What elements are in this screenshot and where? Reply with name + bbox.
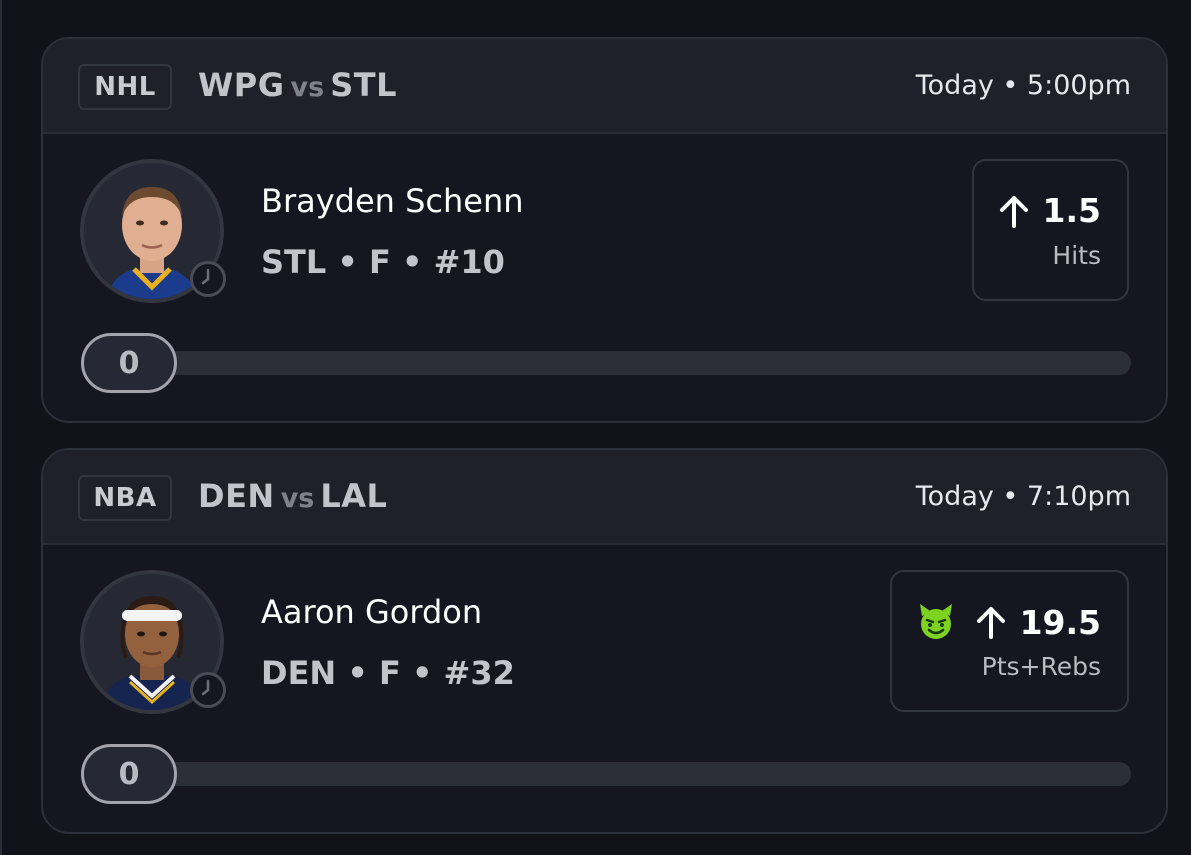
game-time: Today • 7:10pm	[915, 481, 1131, 512]
matchup: DEN vs LAL	[198, 477, 387, 515]
clock-icon	[190, 672, 226, 708]
home-team: DEN	[198, 477, 275, 515]
vs-label: vs	[290, 72, 325, 103]
game-header: NBA DEN vs LAL Today • 7:10pm	[43, 450, 1166, 545]
clock-icon	[190, 261, 226, 297]
progress-track	[81, 351, 1131, 375]
projection-line: 19.5	[916, 602, 1101, 642]
projection-box[interactable]: 19.5 Pts+Rebs	[890, 570, 1129, 712]
player-name[interactable]: Brayden Schenn	[261, 182, 524, 220]
progress-count: 0	[81, 333, 177, 393]
projection-value: 19.5	[1019, 602, 1101, 642]
league-badge: NHL	[78, 64, 172, 110]
devil-icon	[919, 604, 952, 639]
away-team: STL	[330, 66, 397, 104]
projection-value: 1.5	[1042, 191, 1101, 230]
matchup: WPG vs STL	[198, 66, 397, 104]
vs-label: vs	[280, 483, 315, 514]
home-team: WPG	[198, 66, 285, 104]
player-meta: DEN • F • #32	[261, 654, 515, 692]
projection-box[interactable]: 1.5 Hits	[972, 159, 1129, 301]
player-meta: STL • F • #10	[261, 243, 505, 281]
away-team: LAL	[320, 477, 388, 515]
player-avatar-wrap[interactable]	[80, 159, 226, 303]
arrow-up-icon	[999, 195, 1028, 228]
league-badge: NBA	[78, 475, 172, 521]
progress-count: 0	[81, 744, 177, 804]
projection-stat: Hits	[1052, 241, 1101, 270]
projection-line: 1.5	[999, 191, 1101, 230]
pick-card[interactable]: NBA DEN vs LAL Today • 7:10pm Aaron Gord…	[41, 448, 1168, 834]
game-header: NHL WPG vs STL Today • 5:00pm	[43, 39, 1166, 134]
projection-stat: Pts+Rebs	[981, 652, 1101, 681]
picks-screen: NHL WPG vs STL Today • 5:00pm Brayden Sc…	[0, 0, 1191, 855]
progress-track	[81, 762, 1131, 786]
player-name[interactable]: Aaron Gordon	[261, 593, 482, 631]
arrow-up-icon	[976, 607, 1005, 639]
game-time: Today • 5:00pm	[915, 70, 1131, 101]
pick-card[interactable]: NHL WPG vs STL Today • 5:00pm Brayden Sc…	[41, 37, 1168, 423]
player-avatar-wrap[interactable]	[80, 570, 226, 714]
